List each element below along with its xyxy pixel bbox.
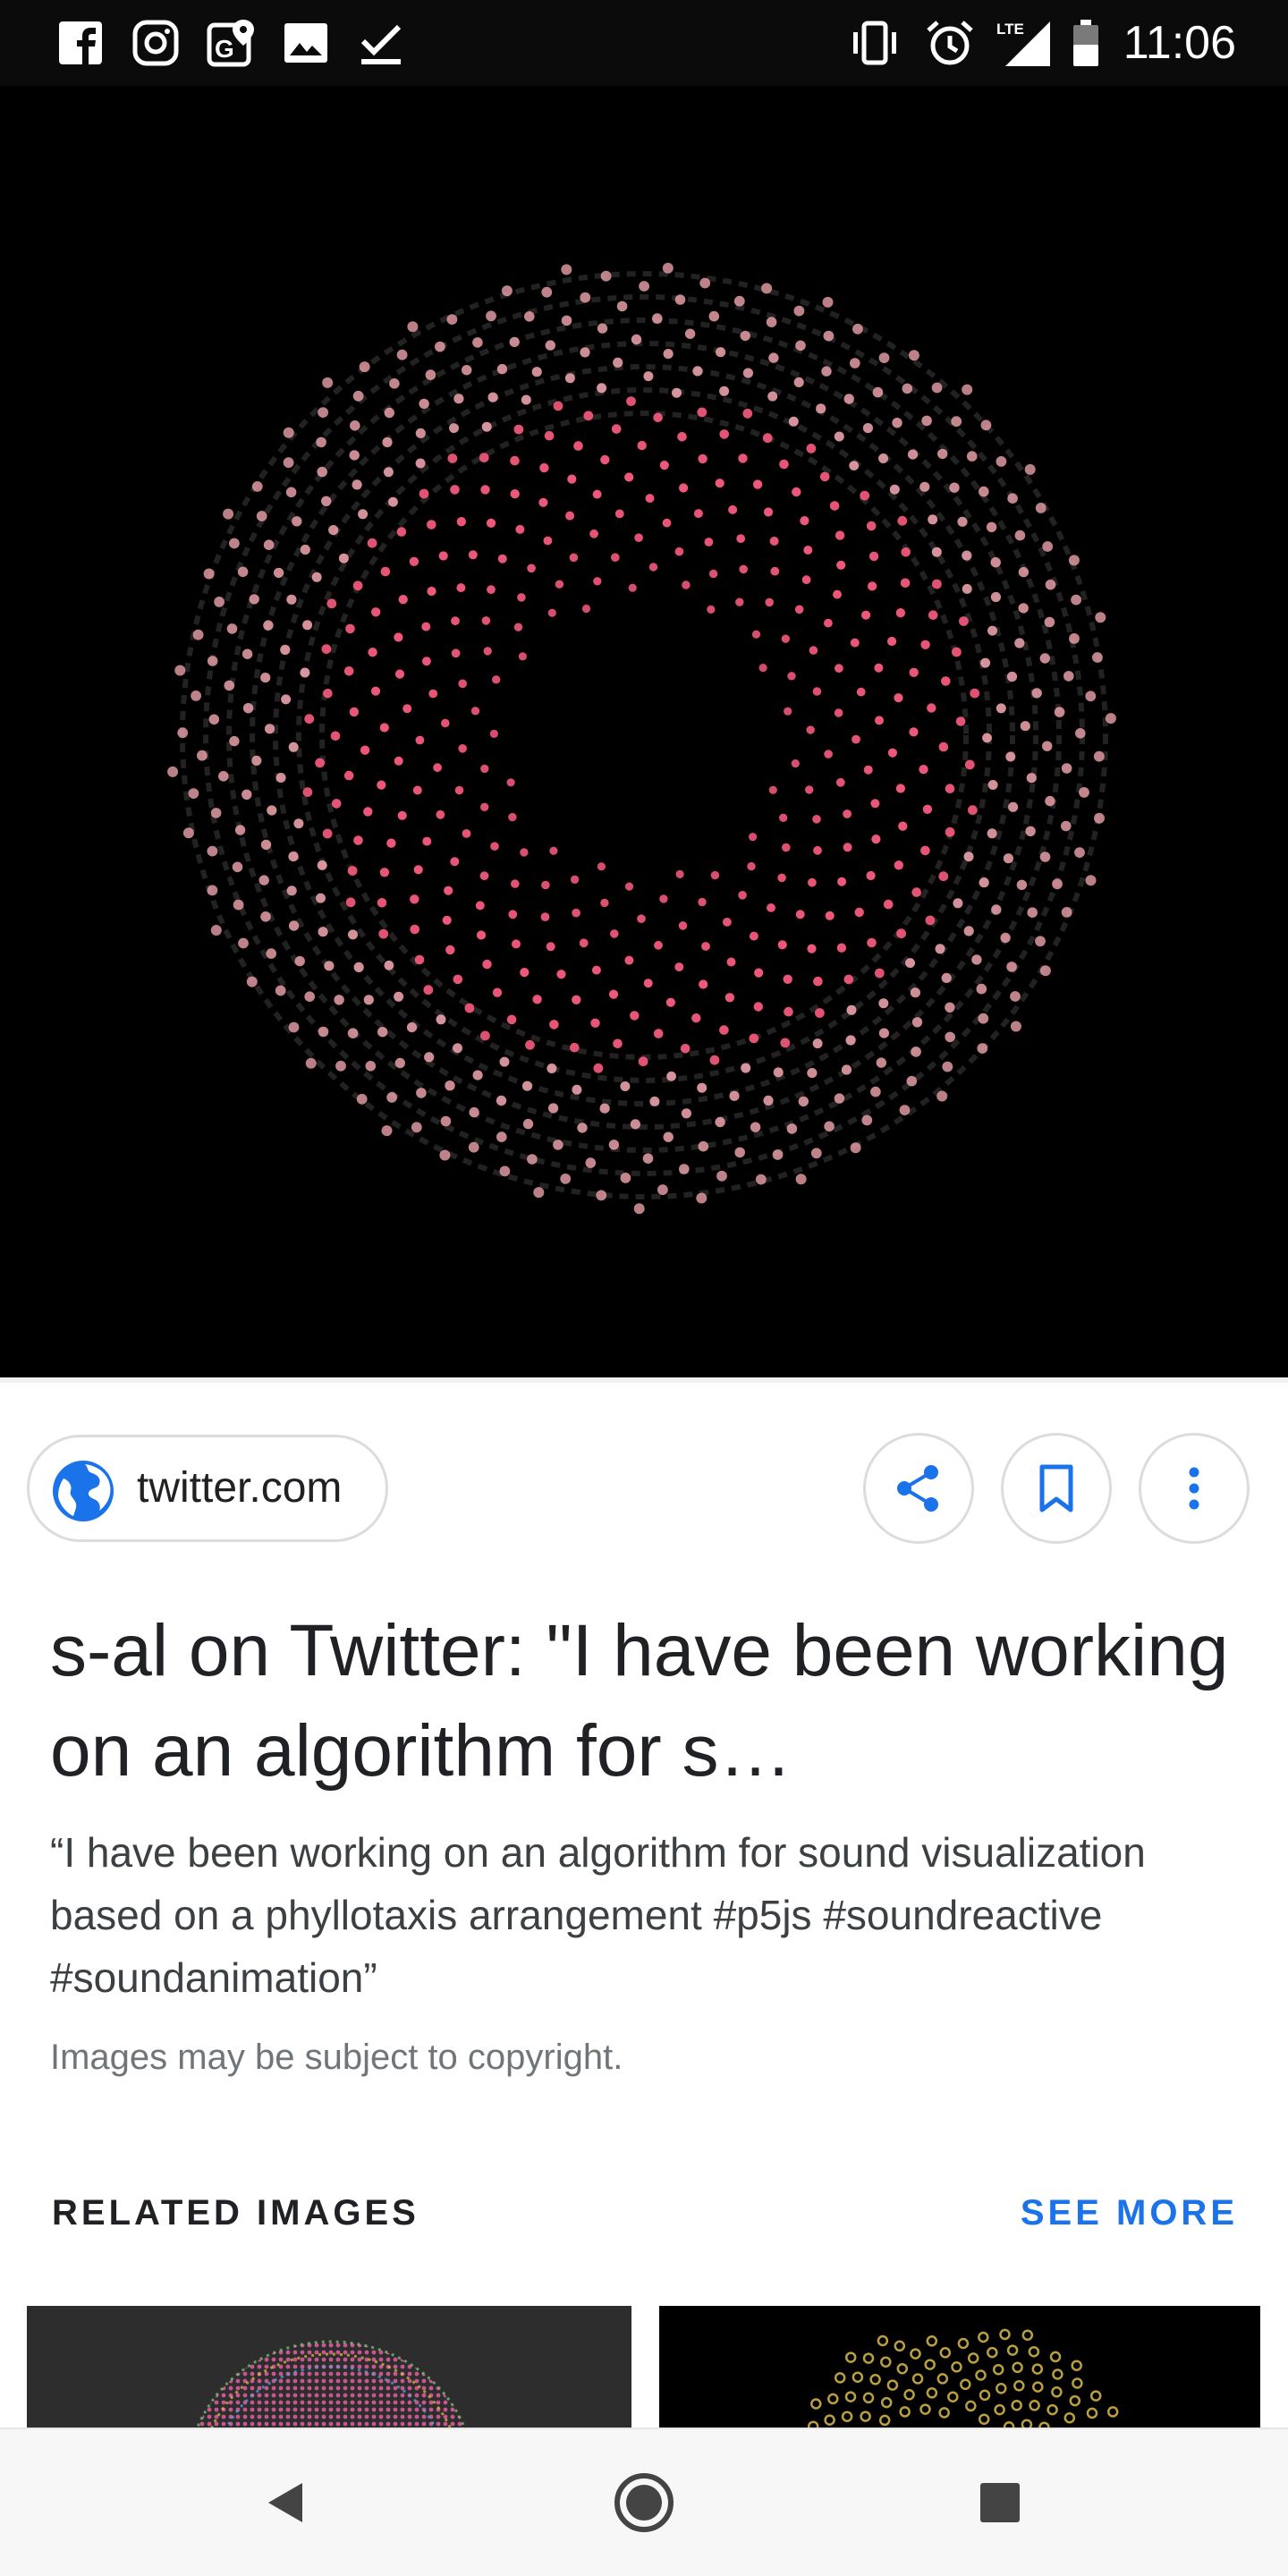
maps-icon: G (207, 20, 254, 67)
result-image[interactable] (0, 86, 1288, 1377)
source-link[interactable]: twitter.com (27, 1435, 388, 1542)
result-title[interactable]: s-al on Twitter: "I have been working on… (50, 1601, 1231, 1801)
gallery-icon (284, 23, 327, 63)
navigation-bar (0, 2428, 1288, 2576)
status-bar: G LTE 11:06 (0, 0, 1288, 86)
network-label: LTE (996, 21, 1024, 38)
recents-square-icon[interactable] (966, 2469, 1034, 2537)
result-description: “I have been working on an algorithm for… (50, 1829, 1146, 2001)
rainbow-phyllotaxis-thumbnail (196, 2340, 466, 2428)
battery-icon (1073, 20, 1098, 66)
more-vert-icon (1189, 1467, 1199, 1510)
alarm-icon (927, 21, 973, 65)
phyllotaxis-visualization (167, 262, 1116, 1215)
more-options-button[interactable] (1139, 1433, 1250, 1544)
see-more-link[interactable]: SEE MORE (1021, 2193, 1238, 2233)
bookmark-icon (1039, 1464, 1073, 1513)
svg-text:G: G (215, 35, 234, 63)
related-image-thumbnail[interactable] (659, 2306, 1260, 2428)
checkmark-icon (360, 24, 402, 64)
back-triangle-icon[interactable] (254, 2469, 322, 2537)
signal-icon: LTE (996, 21, 1050, 66)
copyright-notice: Images may be subject to copyright. (50, 2038, 623, 2077)
vibrate-icon (853, 21, 896, 65)
share-button[interactable] (863, 1433, 974, 1544)
globe-icon (53, 1461, 114, 1521)
related-images-heading: RELATED IMAGES (52, 2193, 419, 2233)
facebook-icon (59, 21, 102, 64)
share-icon (897, 1465, 938, 1512)
clock: 11:06 (1123, 17, 1236, 69)
bookmark-button[interactable] (1001, 1433, 1112, 1544)
divider (0, 1377, 1288, 1383)
gold-phyllotaxis-thumbnail (807, 2328, 1119, 2428)
instagram-icon (132, 20, 179, 66)
source-domain: twitter.com (137, 1464, 343, 1512)
related-image-thumbnail[interactable] (27, 2306, 631, 2428)
home-circle-icon[interactable] (610, 2469, 678, 2537)
